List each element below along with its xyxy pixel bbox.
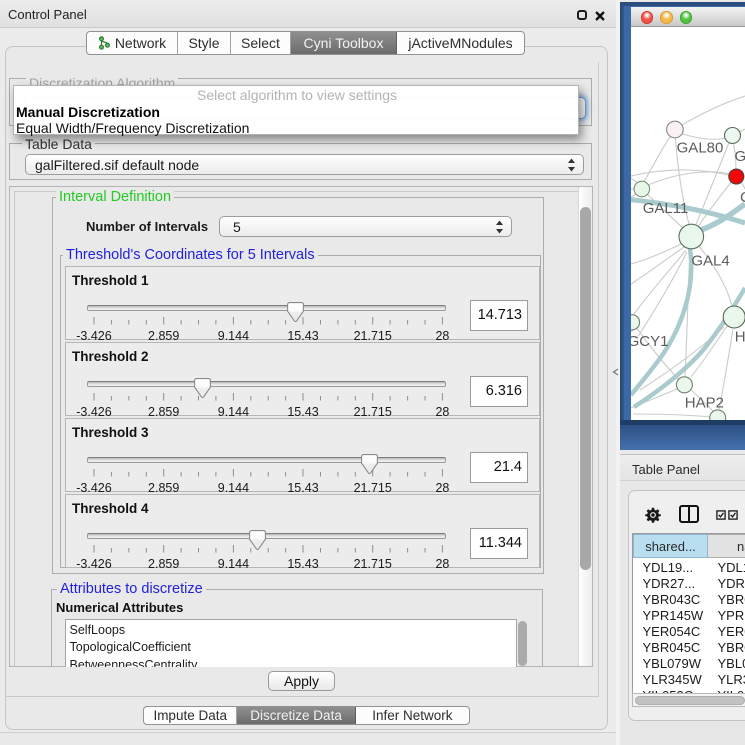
- svg-text:HAP2: HAP2: [685, 395, 724, 412]
- svg-text:GAL11: GAL11: [643, 200, 689, 217]
- svg-text:GAL80: GAL80: [677, 140, 724, 157]
- svg-text:GA: GA: [735, 148, 745, 165]
- svg-text:GCY1: GCY1: [631, 333, 668, 350]
- svg-text:GAL4: GAL4: [691, 253, 729, 270]
- svg-text:HA: HA: [735, 329, 745, 346]
- svg-text:CD: CD: [740, 189, 745, 206]
